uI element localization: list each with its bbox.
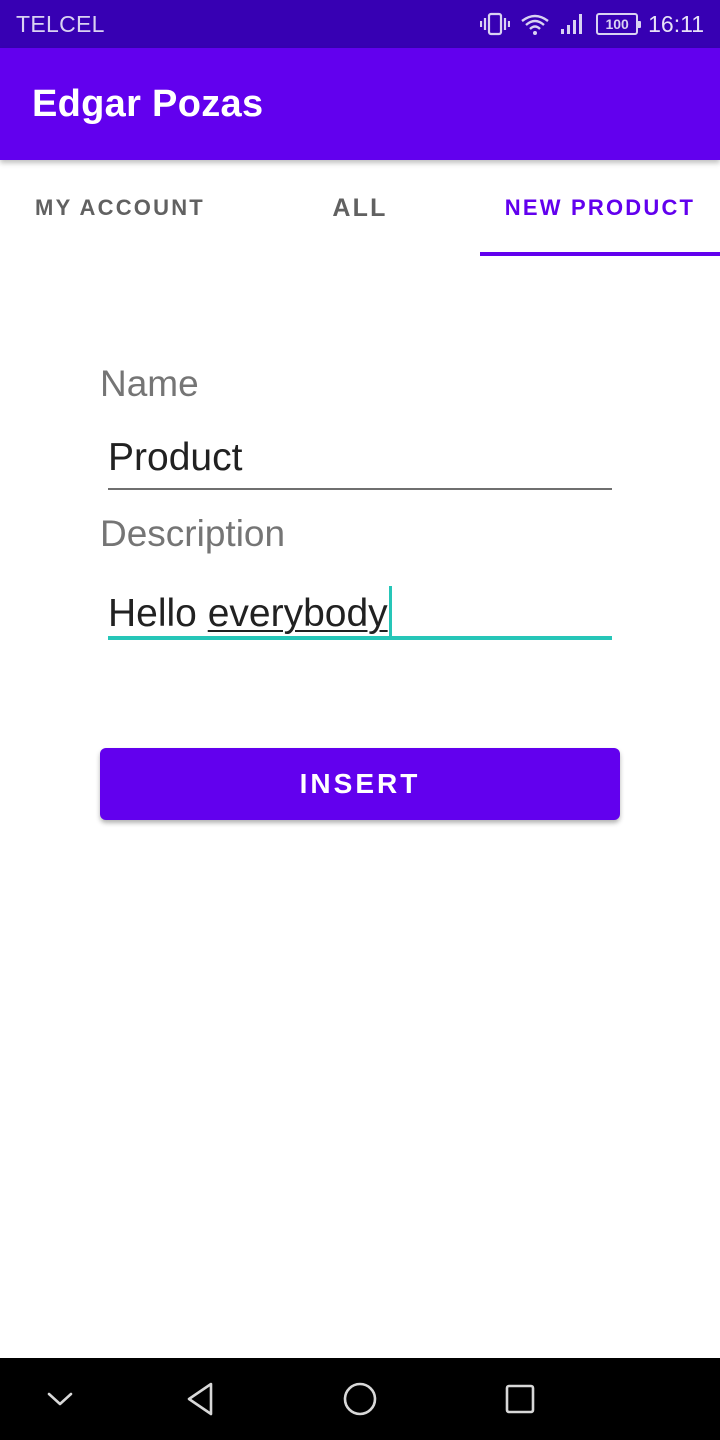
battery-icon: 100	[596, 13, 642, 35]
recents-icon[interactable]	[496, 1375, 544, 1423]
description-text: Hello	[108, 592, 208, 635]
status-icons: 100 16:11	[480, 10, 704, 38]
tab-all[interactable]: ALL	[240, 160, 480, 256]
tab-indicator	[480, 252, 720, 256]
description-label: Description	[100, 513, 286, 554]
tab-bar: MY ACCOUNT ALL NEW PRODUCT	[0, 160, 720, 256]
navigation-bar	[0, 1358, 720, 1440]
vibrate-icon	[480, 12, 511, 36]
insert-button[interactable]: INSERT	[100, 748, 620, 820]
name-label: Name	[100, 363, 199, 404]
tab-label: NEW PRODUCT	[504, 195, 696, 220]
composing-text: everybody	[207, 592, 388, 635]
name-field-value: Product	[108, 436, 243, 479]
insert-button-label: INSERT	[299, 768, 421, 799]
wifi-icon	[520, 12, 550, 36]
description-field-value: Hello everybody	[108, 586, 392, 638]
carrier-name: TELCEL	[16, 11, 105, 37]
tab-label: ALL	[332, 193, 388, 222]
signal-icon	[560, 12, 586, 36]
home-icon[interactable]	[336, 1375, 384, 1423]
battery-level: 100	[605, 16, 629, 32]
clock: 16:11	[648, 10, 704, 37]
tab-label: MY ACCOUNT	[35, 195, 205, 220]
status-bar: TELCEL 100 16:11	[0, 0, 720, 48]
app-title: Edgar Pozas	[32, 83, 264, 125]
name-field[interactable]: Product	[108, 430, 612, 490]
chevron-down-icon[interactable]	[36, 1375, 84, 1423]
back-icon[interactable]	[176, 1375, 224, 1423]
app-bar: Edgar Pozas	[0, 48, 720, 160]
description-field[interactable]: Hello everybody	[108, 580, 612, 640]
text-cursor	[388, 586, 392, 638]
tab-new-product[interactable]: NEW PRODUCT	[480, 160, 720, 256]
tab-my-account[interactable]: MY ACCOUNT	[0, 160, 240, 256]
